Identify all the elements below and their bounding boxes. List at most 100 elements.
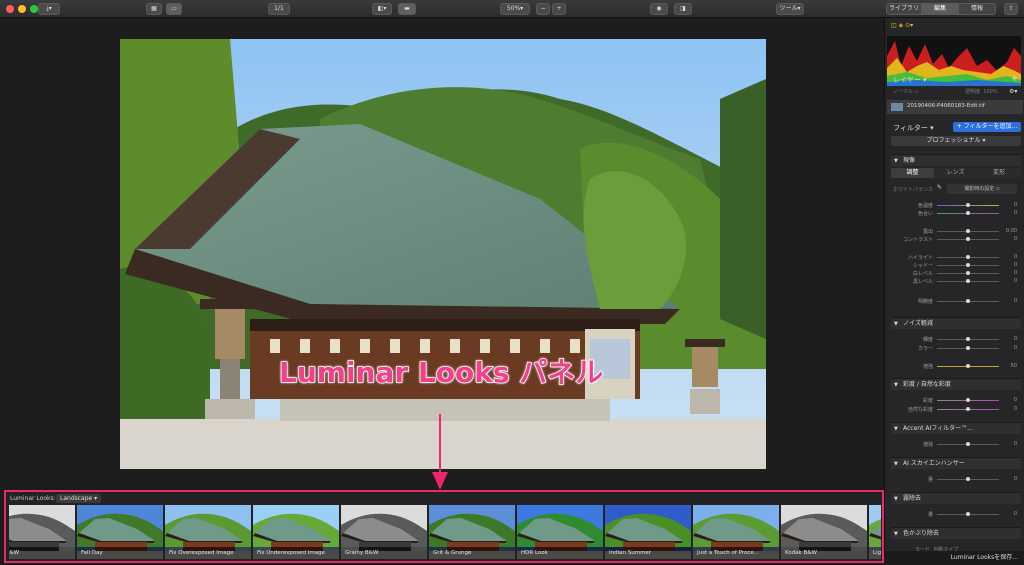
save-looks-status[interactable]: Luminar Looksを保存... <box>884 551 1024 565</box>
slider-knob[interactable] <box>966 263 970 267</box>
slider-row[interactable]: 増強 0 <box>891 441 1021 449</box>
slider-value: 0 <box>1013 406 1017 412</box>
white-balance-select[interactable]: 撮影時の設定 ◇ <box>947 184 1017 194</box>
eyedropper-icon[interactable]: ✎ <box>937 184 942 191</box>
preview-button[interactable]: ◉ <box>650 3 668 15</box>
slider-label: ハイライト <box>908 255 933 261</box>
slider-value: 0 <box>1013 254 1017 260</box>
close-window-button[interactable] <box>6 5 14 13</box>
opacity-value[interactable]: 透明度: 100% <box>965 88 998 95</box>
look-name: Airy B&W <box>9 547 75 559</box>
workspace-select[interactable]: プロフェッショナル ▾ <box>891 136 1021 146</box>
look-thumbnail[interactable]: Fix Overexposed Image <box>165 505 251 559</box>
zoom-select[interactable]: 50%▾ <box>500 3 530 15</box>
tab-info[interactable]: 情報 <box>958 3 996 15</box>
looks-category-select[interactable]: Landscape ▾ <box>56 494 102 503</box>
tab-edit[interactable]: 編集 <box>922 3 958 15</box>
blend-mode-select[interactable]: ノーマル ◇ <box>893 88 918 95</box>
slider-value: 0 <box>1013 441 1017 447</box>
layer-settings-icon[interactable]: ⚙▾ <box>1009 88 1017 95</box>
grid-view-button[interactable]: ▦ <box>146 3 162 15</box>
import-button[interactable]: ⤓▾ <box>38 3 60 15</box>
develop-section-header[interactable]: ▼ 現像 <box>891 154 1021 166</box>
slider-row[interactable]: 輝度 0 <box>891 336 1021 344</box>
ai-sky-enhancer-section-header[interactable]: ▼ AI スカイエンハンサー <box>891 457 1021 469</box>
slider-row[interactable]: 露出 0.00 <box>891 228 1021 236</box>
slider-knob[interactable] <box>966 407 970 411</box>
tab-lens[interactable]: レンズ <box>934 168 977 178</box>
dehaze-section-header[interactable]: ▼ 霧除去 <box>891 492 1021 504</box>
zoom-out-button[interactable]: − <box>536 3 550 15</box>
slider-label: 白レベル <box>912 271 933 277</box>
tab-transform[interactable]: 変形 <box>977 168 1021 178</box>
ratio-button[interactable]: 1/1 <box>268 3 290 15</box>
look-name: Fix Overexposed Image <box>165 547 251 559</box>
slider-row[interactable]: 量0 <box>891 476 1021 484</box>
slider-row[interactable]: 明瞭度 0 <box>891 298 1021 306</box>
saturation-section-header[interactable]: ▼ 彩度 / 自然な彩度 <box>891 378 1021 390</box>
slider-knob[interactable] <box>966 211 970 215</box>
slider-knob[interactable] <box>966 337 970 341</box>
slider-row[interactable]: 自然な彩度 0 <box>891 406 1021 414</box>
slider-knob[interactable] <box>966 477 970 481</box>
slider-knob[interactable] <box>966 398 970 402</box>
slider-row[interactable]: シャドー 0 <box>891 262 1021 270</box>
look-thumbnail[interactable]: Grit & Grunge <box>429 505 515 559</box>
slider-knob[interactable] <box>966 255 970 259</box>
slider-row[interactable]: 色合い 0 <box>891 210 1021 218</box>
look-thumbnail[interactable]: Indian Summer <box>605 505 691 559</box>
slider-knob[interactable] <box>966 203 970 207</box>
slider-knob[interactable] <box>966 346 970 350</box>
slider-row[interactable]: カラー 0 <box>891 345 1021 353</box>
single-view-button[interactable]: ▭ <box>166 3 182 15</box>
look-thumbnail[interactable]: Grainy B&W <box>341 505 427 559</box>
histogram-icon[interactable]: ◫ ◈ ⊙▾ <box>891 22 913 29</box>
add-filter-button[interactable]: + フィルターを追加... <box>953 122 1021 132</box>
look-thumbnail[interactable]: Fall Day <box>77 505 163 559</box>
filters-title[interactable]: フィルター ▾ <box>893 123 934 133</box>
slider-knob[interactable] <box>966 299 970 303</box>
slider-row[interactable]: 色温度 0 <box>891 202 1021 210</box>
tools-menu[interactable]: ツール▾ <box>776 3 804 15</box>
look-thumbnail[interactable]: HDR Look <box>517 505 603 559</box>
slider-knob[interactable] <box>966 442 970 446</box>
slider-row[interactable]: 彩度 0 <box>891 397 1021 405</box>
layer-row[interactable]: 20190406-P4060183-Edit.tif <box>887 100 1023 114</box>
zoom-in-button[interactable]: + <box>552 3 566 15</box>
slider-row[interactable]: 黒レベル 0 <box>891 278 1021 286</box>
collapse-triangle-icon: ▼ <box>894 461 898 467</box>
slider-row[interactable]: 増強 50 <box>891 363 1021 371</box>
sidebar-icon: ◧▾ <box>377 5 387 12</box>
share-button[interactable]: ⇪ <box>1004 3 1018 15</box>
layers-title[interactable]: レイヤー ▾ <box>893 75 927 85</box>
slider-knob[interactable] <box>966 271 970 275</box>
minimize-window-button[interactable] <box>18 5 26 13</box>
filmstrip-toggle-button[interactable]: ▬ <box>398 3 416 15</box>
slider-knob[interactable] <box>966 279 970 283</box>
slider-knob[interactable] <box>966 364 970 368</box>
grid-icon: ▦ <box>151 5 157 12</box>
slider-row[interactable]: 白レベル 0 <box>891 270 1021 278</box>
slider-label: 色合い <box>917 211 933 217</box>
compare-button[interactable]: ◨ <box>674 3 692 15</box>
look-thumbnail[interactable]: Airy B&W <box>9 505 75 559</box>
tab-library[interactable]: ライブラリ <box>886 3 922 15</box>
slider-row[interactable]: 量0 <box>891 511 1021 519</box>
look-thumbnail[interactable]: Kodak B&W <box>781 505 867 559</box>
zoom-window-button[interactable] <box>30 5 38 13</box>
slider-row[interactable]: コントラスト 0 <box>891 236 1021 244</box>
noise-reduction-section-header[interactable]: ▼ ノイズ軽減 <box>891 317 1021 329</box>
look-thumbnail[interactable]: Lightne <box>869 505 881 559</box>
look-thumbnail[interactable]: Fix Underexposed Image <box>253 505 339 559</box>
look-name: HDR Look <box>517 547 603 559</box>
slider-knob[interactable] <box>966 512 970 516</box>
slider-knob[interactable] <box>966 237 970 241</box>
sidebar-toggle-button[interactable]: ◧▾ <box>372 3 392 15</box>
slider-knob[interactable] <box>966 229 970 233</box>
slider-row[interactable]: ハイライト 0 <box>891 254 1021 262</box>
look-thumbnail[interactable]: Just a Touch of Proce... <box>693 505 779 559</box>
add-layer-button[interactable]: + <box>1011 74 1019 84</box>
tab-adjust[interactable]: 調整 <box>891 168 934 178</box>
defringe-section-header[interactable]: ▼ 色かぶり除去 <box>891 527 1021 539</box>
accent-ai-section-header[interactable]: ▼ Accent AIフィルター™... <box>891 422 1021 434</box>
